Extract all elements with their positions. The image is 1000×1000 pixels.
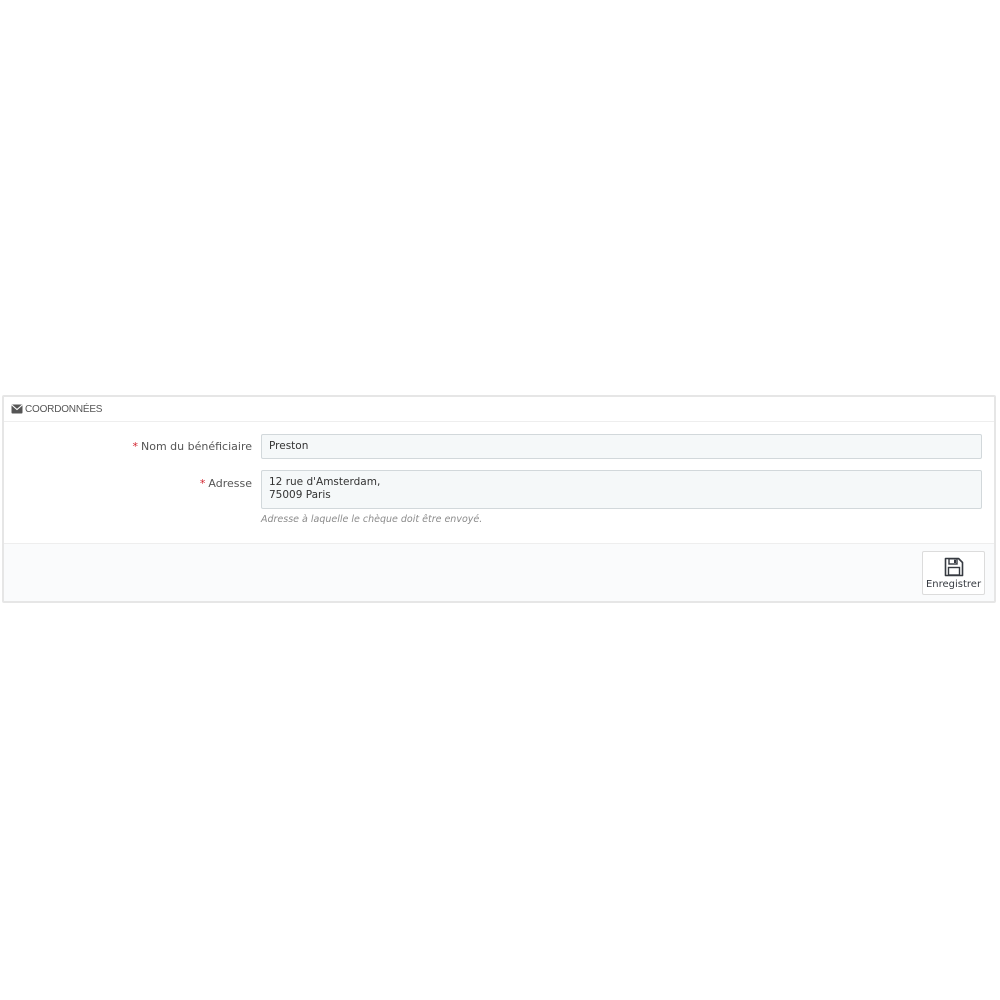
settings-panel: COORDONNÉES * Nom du bénéficiaire Preston… — [2, 395, 996, 603]
save-button-label: Enregistrer — [925, 579, 982, 590]
required-mark: * — [132, 440, 139, 453]
address-label: * Adresse — [200, 477, 252, 490]
panel-heading: COORDONNÉES — [4, 397, 994, 422]
save-button[interactable]: Enregistrer — [922, 551, 985, 595]
address-row: * Adresse 12 rue d'Amsterdam, 75009 Paris… — [4, 470, 994, 530]
beneficiary-row: * Nom du bénéficiaire Preston — [4, 434, 994, 460]
address-label-text: Adresse — [208, 477, 252, 490]
envelope-icon — [11, 404, 23, 414]
beneficiary-label: * Nom du bénéficiaire — [133, 440, 253, 453]
address-textarea[interactable]: 12 rue d'Amsterdam, 75009 Paris — [261, 470, 982, 509]
address-help-text: Adresse à laquelle le chèque doit être e… — [261, 514, 483, 525]
panel-title: COORDONNÉES — [25, 403, 103, 415]
required-mark: * — [199, 477, 206, 490]
floppy-disk-icon — [943, 556, 965, 578]
panel-footer: Enregistrer — [4, 543, 994, 601]
beneficiary-label-text: Nom du bénéficiaire — [141, 440, 252, 453]
beneficiary-input[interactable]: Preston — [261, 434, 982, 459]
